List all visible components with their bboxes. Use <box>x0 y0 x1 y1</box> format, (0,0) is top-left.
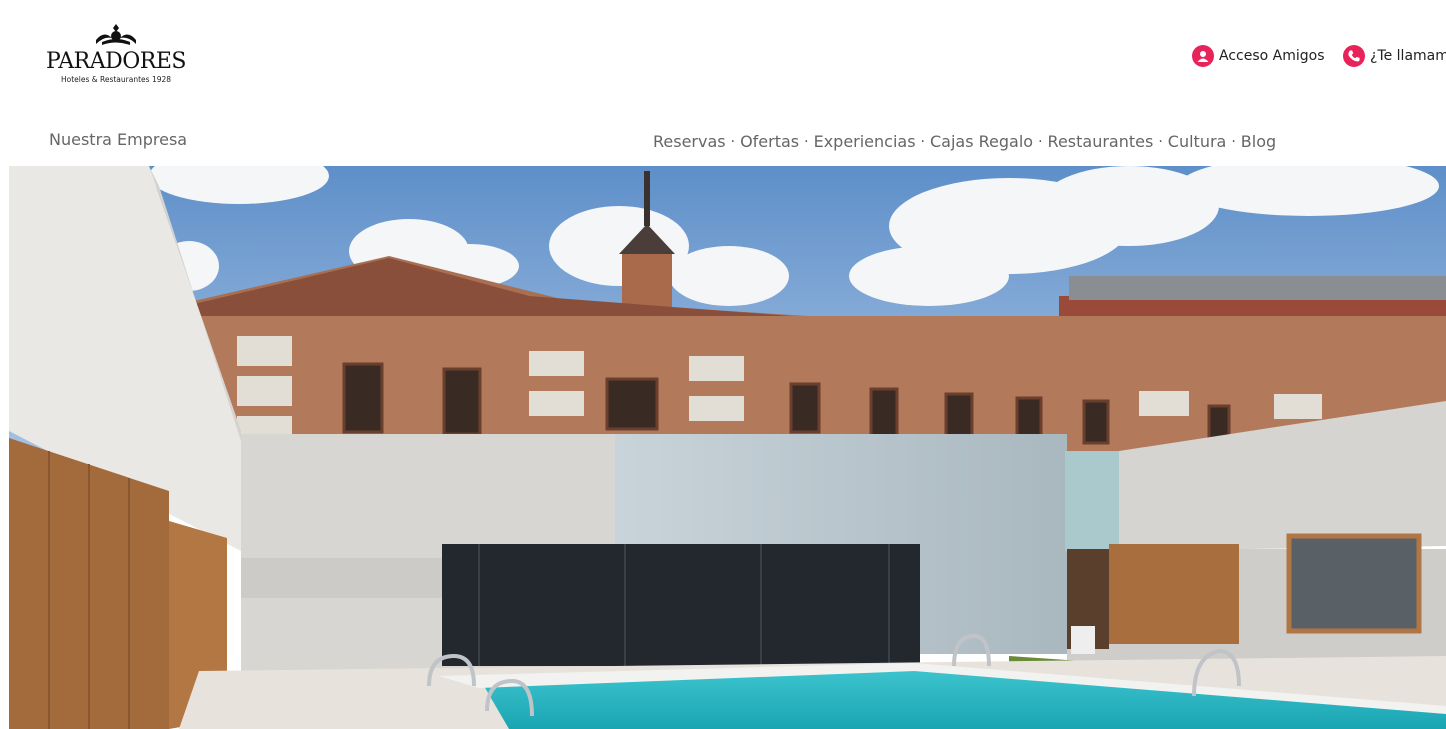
nav-item-restaurantes[interactable]: Restaurantes <box>1048 132 1154 151</box>
nav-item-experiencias[interactable]: Experiencias <box>814 132 916 151</box>
friends-access-link[interactable]: Acceso Amigos <box>1192 45 1325 67</box>
nav-separator: · <box>1038 133 1043 150</box>
callback-link[interactable]: ¿Te llamam <box>1343 45 1446 67</box>
nav-separator: · <box>920 133 925 150</box>
nav-company-link[interactable]: Nuestra Empresa <box>49 130 187 149</box>
callback-label: ¿Te llamam <box>1370 48 1446 64</box>
nav-item-ofertas[interactable]: Ofertas <box>740 132 799 151</box>
main-nav: Reservas · Ofertas · Experiencias · Caja… <box>653 132 1276 151</box>
brand-name: PARADORES <box>46 49 187 74</box>
nav-item-cultura[interactable]: Cultura <box>1168 132 1227 151</box>
nav-separator: · <box>1231 133 1236 150</box>
nav-item-reservas[interactable]: Reservas <box>653 132 726 151</box>
nav-separator: · <box>804 133 809 150</box>
parador-logo[interactable]: PARADORES Hoteles & Restaurantes 1928 <box>38 22 194 100</box>
user-icon <box>1192 45 1214 67</box>
nav-separator: · <box>730 133 736 150</box>
nav-separator: · <box>1158 133 1163 150</box>
crown-icon <box>96 24 136 45</box>
nav-item-cajas-regalo[interactable]: Cajas Regalo <box>930 132 1033 151</box>
phone-icon <box>1343 45 1365 67</box>
brand-tagline: Hoteles & Restaurantes 1928 <box>60 75 172 84</box>
hero-image <box>9 166 1446 729</box>
nav-item-blog[interactable]: Blog <box>1241 132 1276 151</box>
friends-access-label: Acceso Amigos <box>1219 48 1325 64</box>
